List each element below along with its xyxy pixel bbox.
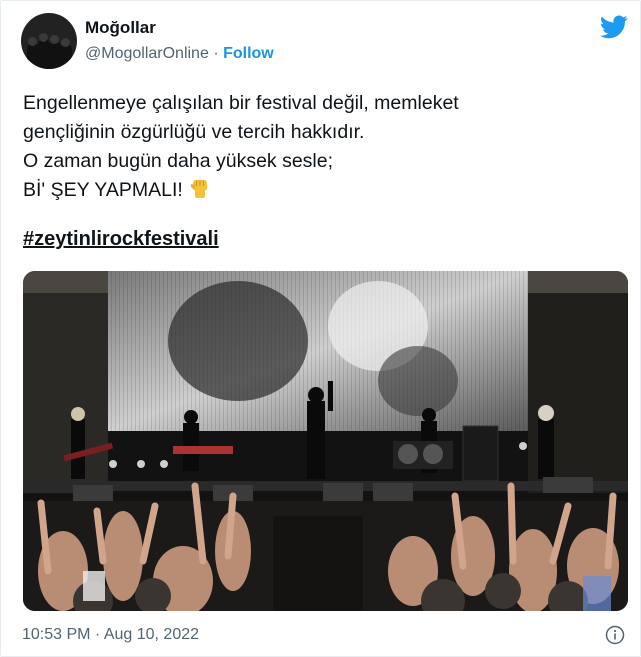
raised-fist-icon: [191, 180, 208, 198]
twitter-logo-icon[interactable]: [600, 15, 628, 39]
avatar[interactable]: [21, 13, 77, 69]
tweet-line: Engellenmeye çalışılan bir festival deği…: [23, 92, 459, 114]
tweet-line: O zaman bugün daha yüksek sesle;: [23, 150, 334, 172]
author-handle[interactable]: @MogollarOnline: [85, 45, 209, 62]
tweet-text: Engellenmeye çalışılan bir festival deği…: [23, 89, 459, 205]
tweet-line: Bİ' ŞEY YAPMALI!: [23, 179, 183, 201]
author-handle-row: @MogollarOnline · Follow: [85, 45, 274, 63]
concert-photo[interactable]: [23, 271, 628, 611]
tweet-line-last: Bİ' ŞEY YAPMALI!: [23, 176, 459, 205]
separator: ·: [213, 45, 219, 62]
tweet-card: Moğollar @MogollarOnline · Follow Engell…: [0, 0, 641, 657]
timestamp-link[interactable]: 10:53 PM · Aug 10, 2022: [22, 626, 199, 644]
author-name[interactable]: Moğollar: [85, 18, 156, 38]
follow-button[interactable]: Follow: [223, 45, 274, 62]
hashtag-link[interactable]: #zeytinlirockfestivali: [23, 228, 219, 251]
tweet-line: gençliğinin özgürlüğü ve tercih hakkıdır…: [23, 121, 365, 143]
info-icon[interactable]: [605, 625, 625, 645]
